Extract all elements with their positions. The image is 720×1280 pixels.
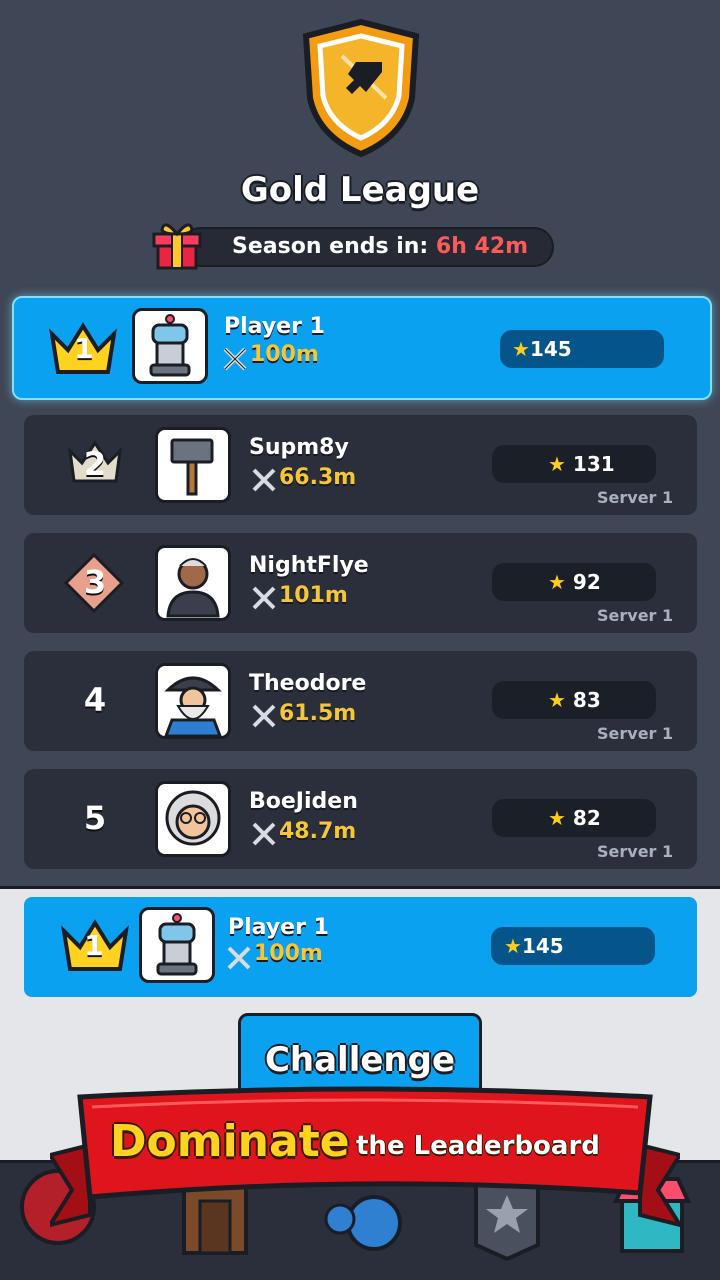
leaderboard-row-3[interactable]: 3 NightFlye 101m ★ 92 Server 1 xyxy=(24,533,697,633)
avatar-robot xyxy=(139,907,215,983)
banner-headline: Dominate xyxy=(110,1116,350,1167)
star-icon: ★ xyxy=(548,806,566,830)
league-title: Gold League xyxy=(240,170,480,210)
player-name: Player 1 xyxy=(228,915,329,940)
score: ★145 xyxy=(512,330,572,368)
score-value: 131 xyxy=(572,452,615,476)
rank-number: 1 xyxy=(74,332,94,365)
score: ★ 83 xyxy=(548,681,601,719)
star-icon: ★ xyxy=(504,934,522,958)
score: ★ 131 xyxy=(548,445,615,483)
crossed-swords-icon xyxy=(223,347,247,371)
power-value: 100m xyxy=(250,342,319,367)
rank-number: 2 xyxy=(83,445,107,483)
leaderboard-row-4[interactable]: 4 Theodore 61.5m ★ 83 Server 1 xyxy=(24,651,697,751)
league-header: Gold League Season ends in: 6h 42m xyxy=(0,0,720,290)
player-name: NightFlye xyxy=(249,553,369,578)
player-name: Theodore xyxy=(249,671,367,696)
score: ★ 92 xyxy=(548,563,601,601)
rank-number: 5 xyxy=(83,799,107,837)
score: ★145 xyxy=(504,927,564,965)
pirate-icon xyxy=(164,676,222,736)
server-label: Server 1 xyxy=(597,606,674,625)
hammer-icon xyxy=(170,438,214,496)
leaderboard-row-2[interactable]: 2 Supm8y 66.3m ★ 131 Server 1 xyxy=(24,415,697,515)
power-value: 66.3m xyxy=(279,465,357,490)
gift-icon[interactable] xyxy=(150,216,204,270)
score-value: 92 xyxy=(572,570,601,594)
player-name: Supm8y xyxy=(249,435,349,460)
season-countdown: Season ends in: 6h 42m xyxy=(232,232,528,262)
score-value: 145 xyxy=(521,934,564,958)
server-label: Server 1 xyxy=(597,724,674,743)
avatar-old-man xyxy=(155,781,231,857)
player-name: BoeJiden xyxy=(249,789,358,814)
leaderboard-row-5[interactable]: 5 BoeJiden 48.7m ★ 82 Server 1 xyxy=(24,769,697,869)
power-value: 100m xyxy=(254,941,323,966)
crossed-swords-icon xyxy=(252,468,276,492)
gold-league-shield-icon xyxy=(302,18,420,158)
avatar-robot xyxy=(132,308,208,384)
crossed-swords-icon xyxy=(252,822,276,846)
crossed-swords-icon xyxy=(252,586,276,610)
old-man-icon xyxy=(165,790,221,846)
score: ★ 82 xyxy=(548,799,601,837)
score-value: 145 xyxy=(529,337,572,361)
server-label: Server 1 xyxy=(597,488,674,507)
banner-subline: the Leaderboard xyxy=(356,1131,600,1161)
challenge-button-label: Challenge xyxy=(264,1040,456,1080)
robot-icon xyxy=(156,913,198,976)
star-icon: ★ xyxy=(548,452,566,476)
rank-number: 3 xyxy=(83,563,107,601)
power-value: 61.5m xyxy=(279,701,357,726)
season-label: Season ends in: xyxy=(232,234,429,259)
crossed-swords-icon xyxy=(252,704,276,728)
power-value: 48.7m xyxy=(279,819,357,844)
robot-icon xyxy=(149,314,191,377)
power-value: 101m xyxy=(279,583,348,608)
rank-number: 1 xyxy=(84,929,104,962)
leaderboard-row-1[interactable]: 1 Player 1 100m ★145 xyxy=(12,296,712,400)
season-time: 6h 42m xyxy=(435,234,529,259)
crossed-swords-icon xyxy=(227,946,251,970)
avatar-pirate xyxy=(155,663,231,739)
current-player-row[interactable]: 1 Player 1 100m ★145 xyxy=(24,897,697,997)
score-value: 83 xyxy=(572,688,601,712)
rank-number: 4 xyxy=(83,681,107,719)
player-name: Player 1 xyxy=(224,314,325,339)
score-value: 82 xyxy=(572,806,601,830)
man-icon xyxy=(166,558,220,618)
star-icon: ★ xyxy=(512,337,530,361)
star-icon: ★ xyxy=(548,570,566,594)
star-icon: ★ xyxy=(548,688,566,712)
avatar-hammer xyxy=(155,427,231,503)
server-label: Server 1 xyxy=(597,842,674,861)
avatar-businessman xyxy=(155,545,231,621)
